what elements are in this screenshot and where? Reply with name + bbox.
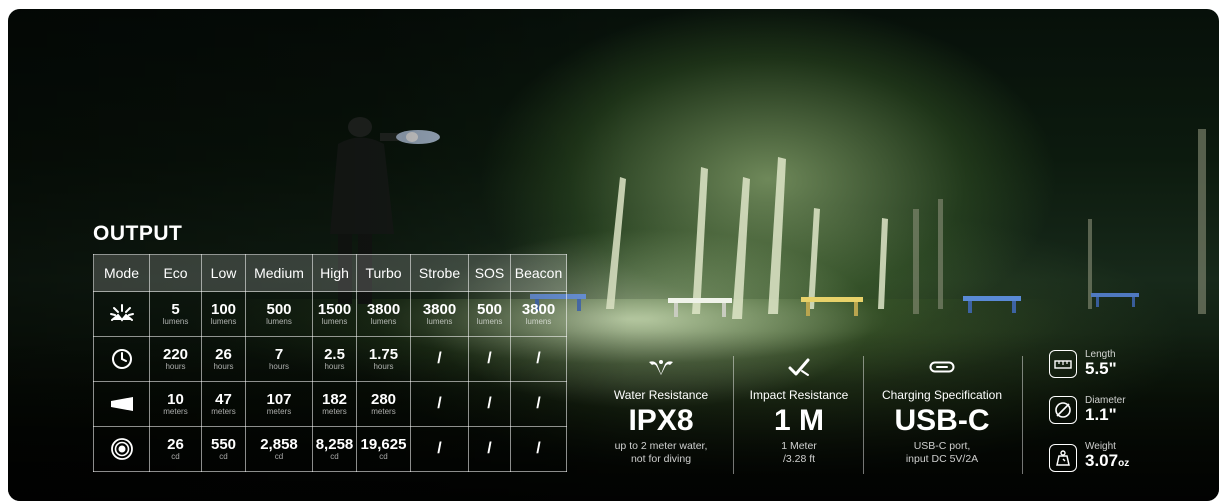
table-cell: 19,625 cd	[356, 426, 411, 472]
table-cell: 500 lumens	[468, 291, 511, 337]
spec-label: Impact Resistance	[749, 388, 849, 402]
header-beacon: Beacon	[510, 254, 567, 292]
dimension-weight: Weight 3.07oz	[1049, 442, 1129, 473]
table-cell: /	[468, 426, 511, 472]
spec-sub: input DC 5V/2A	[905, 453, 979, 465]
divider	[863, 356, 864, 474]
table-cell: /	[410, 336, 469, 382]
table-cell: 220 hours	[149, 336, 202, 382]
tree-trunk	[913, 209, 919, 314]
header-eco: Eco	[149, 254, 202, 292]
table-cell: 550 cd	[201, 426, 246, 472]
table-cell: /	[510, 426, 567, 472]
usb-c-icon	[929, 361, 955, 373]
impact-check-icon	[788, 358, 810, 376]
dimension-unit: oz	[1118, 458, 1130, 469]
beam-distance-icon	[110, 397, 133, 411]
table-cell: 3800 lumens	[356, 291, 411, 337]
tree-trunk	[768, 157, 786, 314]
table-cell: 8,258 cd	[312, 426, 357, 472]
table-cell: /	[410, 381, 469, 427]
header-sos: SOS	[468, 254, 511, 292]
tree-trunk	[938, 199, 943, 309]
dimension-value: 5.5"	[1085, 359, 1117, 378]
header-high: High	[312, 254, 357, 292]
ruler-icon	[1054, 360, 1072, 369]
dimension-value: 3.07oz	[1085, 451, 1130, 470]
tree-trunk	[808, 208, 820, 309]
header-medium: Medium	[245, 254, 313, 292]
spec-value: IPX8	[628, 404, 694, 437]
table-cell: 2.5 hours	[312, 336, 357, 382]
table-cell: 47 meters	[201, 381, 246, 427]
header-strobe: Strobe	[410, 254, 469, 292]
spec-value: USB-C	[894, 404, 990, 437]
spec-sub: USB-C port,	[913, 440, 971, 452]
dimension-length: Length 5.5"	[1049, 350, 1117, 378]
spec-charging: Charging Specification USB-C USB-C port,…	[872, 356, 1012, 466]
table-cell: 5 lumens	[149, 291, 202, 337]
table-cell: 280 meters	[356, 381, 411, 427]
spec-water-resistance: Water Resistance IPX8 up to 2 meter wate…	[600, 356, 722, 466]
table-cell: 3800 lumens	[510, 291, 567, 337]
table-cell: 1500 lumens	[312, 291, 357, 337]
spec-value: 1 M	[773, 404, 824, 437]
output-title: OUTPUT	[93, 222, 183, 245]
table-row-lumens: 5 lumens 100 lumens 500 lumens 1500 lumens 3…	[93, 291, 567, 337]
dimension-diameter: Diameter 1.1"	[1049, 396, 1126, 424]
table-row-intensity: 26 cd 550 cd 2,858 cd 8,258 cd 19,625 cd / / …	[93, 426, 567, 472]
spec-sub: 1 Meter	[781, 440, 817, 452]
tree-trunk	[732, 177, 750, 319]
bench-blue	[963, 296, 1021, 313]
table-cell: /	[410, 426, 469, 472]
clock-icon	[111, 349, 132, 369]
table-cell: 500 lumens	[245, 291, 313, 337]
table-cell: /	[468, 336, 511, 382]
table-cell: /	[510, 381, 567, 427]
header-low: Low	[201, 254, 246, 292]
row-icon-cell	[93, 336, 150, 382]
table-cell: 7 hours	[245, 336, 313, 382]
table-cell: 3800 lumens	[410, 291, 469, 337]
header-turbo: Turbo	[356, 254, 411, 292]
divider	[733, 356, 734, 474]
table-cell: 182 meters	[312, 381, 357, 427]
header-mode: Mode	[93, 254, 150, 292]
row-icon-cell	[93, 426, 150, 472]
table-cell: 107 meters	[245, 381, 313, 427]
table-cell: 10 meters	[149, 381, 202, 427]
row-icon-cell	[93, 291, 150, 337]
table-row-distance: 10 meters 47 meters 107 meters 182 meters 28…	[93, 381, 567, 427]
table-header-row: Mode Eco Low Medium High Turbo Strobe SO…	[93, 254, 567, 292]
row-icon-cell	[93, 381, 150, 427]
tree-trunk	[692, 167, 708, 314]
dimension-value: 1.1"	[1085, 405, 1117, 424]
table-cell: 100 lumens	[201, 291, 246, 337]
spec-label: Water Resistance	[613, 388, 709, 402]
table-cell: 2,858 cd	[245, 426, 313, 472]
spec-sub: /3.28 ft	[782, 453, 816, 465]
spec-sub: not for diving	[630, 453, 692, 465]
table-cell: 26 hours	[201, 336, 246, 382]
diameter-icon	[1055, 402, 1071, 418]
table-cell: /	[468, 381, 511, 427]
spec-sub: up to 2 meter water,	[614, 440, 708, 452]
tree-trunk	[878, 218, 888, 309]
water-drop-icon	[649, 360, 673, 375]
bench-blue-far	[1091, 293, 1139, 307]
divider	[1022, 356, 1023, 474]
table-cell: 1.75 hours	[356, 336, 411, 382]
spec-impact-resistance: Impact Resistance 1 M 1 Meter /3.28 ft	[740, 356, 858, 466]
output-table: Mode Eco Low Medium High Turbo Strobe SO…	[93, 254, 567, 472]
weight-scale-icon	[1056, 449, 1070, 466]
tree-trunk	[1198, 129, 1206, 314]
spec-label: Charging Specification	[881, 388, 1003, 402]
target-rings-icon	[110, 438, 133, 460]
table-cell: 26 cd	[149, 426, 202, 472]
table-row-runtime: 220 hours 26 hours 7 hours 2.5 hours 1.75 hou…	[93, 336, 567, 382]
brightness-burst-icon	[109, 304, 134, 322]
table-cell: /	[510, 336, 567, 382]
